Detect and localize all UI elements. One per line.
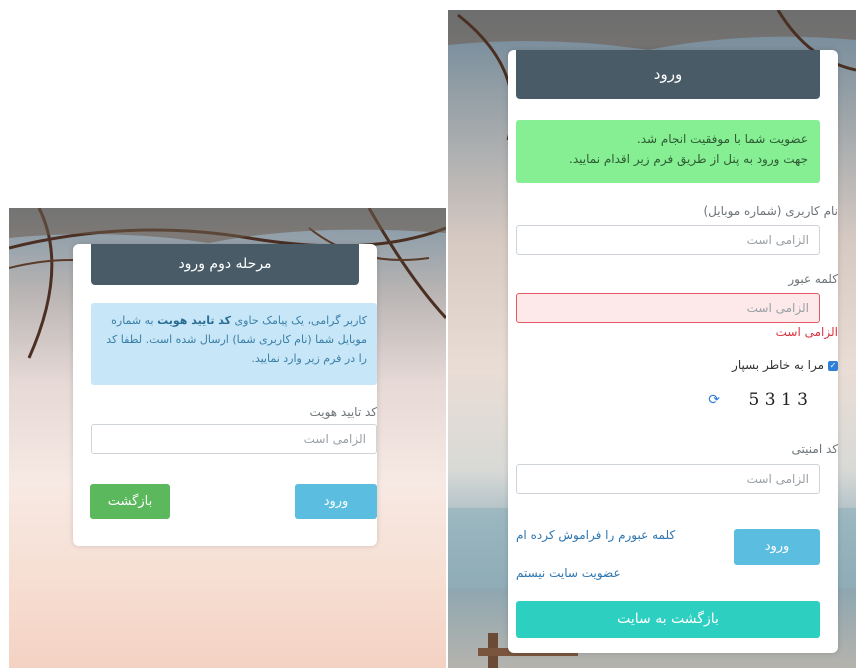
success-line-2: جهت ورود به پنل از طریق فرم زیر اقدام نم… [569, 152, 808, 166]
password-label: کلمه عبور [788, 272, 838, 286]
sms-info-alert: کاربر گرامی، یک پیامک حاوی کد تایید هویت… [91, 303, 377, 385]
refresh-icon[interactable]: ⟳ [708, 392, 720, 408]
registration-success-alert: عضویت شما با موفقیت انجام شد. جهت ورود ب… [516, 120, 820, 183]
username-input[interactable]: الزامی است [516, 225, 820, 255]
captcha-label: کد امنیتی [791, 442, 838, 456]
info-text-bold: کد تایید هویت [157, 314, 232, 327]
remember-me[interactable]: ✓ مرا به خاطر بسپار [732, 358, 838, 372]
username-label: نام کاربری (شماره موبایل) [703, 204, 838, 218]
info-text-pre: کاربر گرامی، یک پیامک حاوی [234, 314, 367, 327]
left-login-button[interactable]: ورود [295, 484, 377, 519]
back-button[interactable]: بازگشت [90, 484, 170, 519]
success-line-1: عضویت شما با موفقیت انجام شد. [636, 132, 808, 146]
verification-code-label: کد تایید هویت [309, 405, 377, 419]
left-screenshot-panel: مرحله دوم ورود کاربر گرامی، یک پیامک حاو… [9, 208, 446, 668]
captcha-image: 3 1 3 5 [748, 390, 808, 410]
captcha-input[interactable]: الزامی است [516, 464, 820, 494]
login-card: ورود عضویت شما با موفقیت انجام شد. جهت و… [508, 50, 838, 653]
password-error: الزامی است [775, 325, 838, 339]
password-input[interactable]: الزامی است [516, 293, 820, 323]
remember-label: مرا به خاطر بسپار [732, 358, 824, 372]
register-link[interactable]: عضویت سایت نیستم [516, 566, 621, 580]
second-step-login-card: مرحله دوم ورود کاربر گرامی، یک پیامک حاو… [73, 244, 377, 546]
forgot-password-link[interactable]: کلمه عبورم را فراموش کرده ام [516, 528, 675, 542]
back-to-site-button[interactable]: بازگشت به سایت [516, 601, 820, 638]
login-header: ورود [516, 50, 820, 99]
right-screenshot-panel: ورود عضویت شما با موفقیت انجام شد. جهت و… [448, 10, 856, 668]
login-button[interactable]: ورود [734, 529, 820, 565]
second-step-header: مرحله دوم ورود [91, 244, 359, 285]
verification-code-input[interactable]: الزامی است [91, 424, 377, 454]
remember-checkbox[interactable]: ✓ [828, 360, 838, 371]
